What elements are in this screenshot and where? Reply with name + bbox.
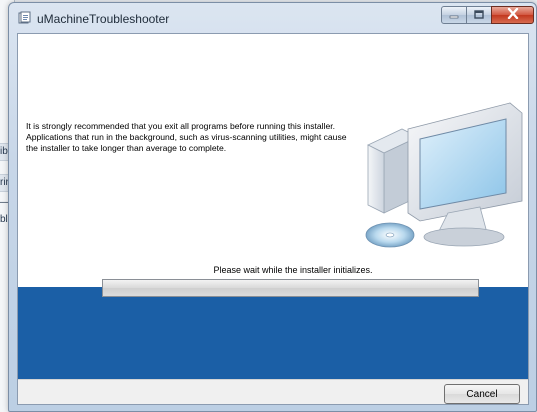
- background-text: ib: [0, 146, 8, 157]
- installer-window: uMachineTroubleshooter It is strongly re…: [8, 2, 537, 412]
- blue-band: [18, 287, 528, 379]
- installer-content: It is strongly recommended that you exit…: [17, 33, 529, 405]
- progress-bar: [102, 279, 479, 297]
- computer-install-icon: [352, 89, 528, 249]
- maximize-icon: [474, 6, 484, 24]
- minimize-icon: [449, 6, 459, 24]
- close-button[interactable]: [491, 6, 534, 24]
- close-icon: [507, 6, 519, 24]
- maximize-button[interactable]: [466, 6, 492, 24]
- installer-status: Please wait while the installer initiali…: [213, 265, 373, 275]
- installer-icon: [18, 11, 32, 25]
- cancel-button[interactable]: Cancel: [444, 384, 520, 404]
- minimize-button[interactable]: [441, 6, 467, 24]
- window-title: uMachineTroubleshooter: [37, 12, 170, 26]
- installer-message: It is strongly recommended that you exit…: [26, 121, 347, 153]
- title-bar[interactable]: uMachineTroubleshooter: [9, 3, 536, 33]
